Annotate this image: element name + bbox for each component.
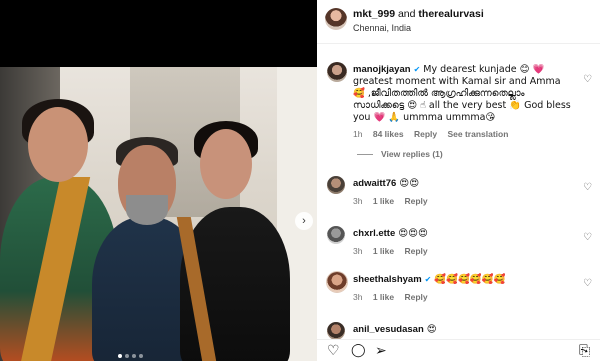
- post-location[interactable]: Chennai, India: [353, 23, 411, 33]
- commenter-avatar[interactable]: [327, 272, 347, 292]
- comment-username[interactable]: adwaitt76: [353, 178, 396, 189]
- comment-item: sheethalshyam ✔ 🥰🥰🥰🥰🥰🥰 3h 1 like Reply ♡: [317, 272, 600, 306]
- comment-username[interactable]: sheethalshyam: [353, 274, 422, 285]
- comment-item: manojkjayan ✔ My dearest kunjade 😊 💗 great…: [317, 62, 600, 162]
- comment-username[interactable]: chxrl.ette: [353, 228, 395, 239]
- comment-likes[interactable]: 1 like: [373, 196, 394, 206]
- comment-likes[interactable]: 84 likes: [373, 129, 404, 139]
- view-replies-button[interactable]: View replies (1): [357, 149, 443, 159]
- post-sidebar: mkt_999 and therealurvasi Chennai, India…: [317, 0, 600, 361]
- see-translation-button[interactable]: See translation: [447, 129, 508, 139]
- comment-item: anil_vesudasan 😍: [317, 322, 600, 340]
- comment-time: 1h: [353, 129, 363, 139]
- person-center-beard: [126, 195, 168, 225]
- person-left-face: [28, 107, 88, 182]
- carousel-dot[interactable]: [118, 354, 122, 358]
- view-replies-label: View replies (1): [381, 149, 443, 159]
- comment-body: sheethalshyam ✔ 🥰🥰🥰🥰🥰🥰: [353, 274, 575, 286]
- like-comment-icon[interactable]: ♡: [583, 232, 592, 243]
- reply-button[interactable]: Reply: [405, 292, 428, 302]
- like-comment-icon[interactable]: ♡: [583, 182, 592, 193]
- commenter-avatar[interactable]: [327, 62, 347, 82]
- comment-meta: 3h 1 like Reply: [353, 246, 436, 256]
- comment-item: adwaitt76 😍😍 3h 1 like Reply ♡: [317, 176, 600, 210]
- like-comment-icon[interactable]: ♡: [583, 278, 592, 289]
- save-icon[interactable]: ⎘: [579, 344, 590, 358]
- post-header: mkt_999 and therealurvasi Chennai, India: [317, 0, 600, 44]
- verified-icon: ✔: [424, 275, 432, 284]
- comment-text: 😍😍: [399, 178, 420, 189]
- comment-time: 3h: [353, 292, 363, 302]
- carousel-dot[interactable]: [132, 354, 136, 358]
- coauthor-username[interactable]: therealurvasi: [418, 8, 483, 20]
- like-comment-icon[interactable]: ♡: [583, 74, 592, 85]
- comment-body: manojkjayan ✔ My dearest kunjade 😊 💗 great…: [353, 64, 575, 124]
- comment-meta: 3h 1 like Reply: [353, 292, 436, 302]
- carousel-dot[interactable]: [139, 354, 143, 358]
- reply-button[interactable]: Reply: [405, 246, 428, 256]
- post-media[interactable]: ›: [0, 0, 317, 361]
- author-username[interactable]: mkt_999: [353, 8, 395, 20]
- reply-button[interactable]: Reply: [405, 196, 428, 206]
- verified-icon: ✔: [413, 65, 421, 74]
- comment-body: chxrl.ette 😍😍😍: [353, 228, 575, 240]
- comment-item: chxrl.ette 😍😍😍 3h 1 like Reply ♡: [317, 226, 600, 260]
- comment-text: 🥰🥰🥰🥰🥰🥰: [434, 274, 506, 285]
- comment-username[interactable]: anil_vesudasan: [353, 324, 424, 335]
- chevron-right-icon: ›: [302, 215, 306, 227]
- comment-text: 😍😍😍: [398, 228, 428, 239]
- comment-meta: 1h 84 likes Reply See translation: [353, 129, 516, 139]
- post-actions-bar: ♡ ◯ ➢ ⎘: [317, 339, 600, 361]
- commenter-avatar[interactable]: [327, 176, 345, 194]
- comment-username[interactable]: manojkjayan: [353, 64, 411, 75]
- comment-icon[interactable]: ◯: [351, 344, 366, 358]
- comment-body: adwaitt76 😍😍: [353, 178, 575, 190]
- comment-likes[interactable]: 1 like: [373, 292, 394, 302]
- reply-button[interactable]: Reply: [414, 129, 437, 139]
- comment-text: 😍: [426, 324, 437, 335]
- share-icon[interactable]: ➢: [375, 344, 387, 358]
- commenter-avatar[interactable]: [327, 226, 345, 244]
- commenter-avatar[interactable]: [327, 322, 345, 340]
- carousel-dots: [118, 354, 143, 358]
- comment-time: 3h: [353, 246, 363, 256]
- carousel-dot[interactable]: [125, 354, 129, 358]
- next-image-button[interactable]: ›: [295, 212, 313, 230]
- comment-meta: 3h 1 like Reply: [353, 196, 436, 206]
- comment-likes[interactable]: 1 like: [373, 246, 394, 256]
- author-avatar[interactable]: [325, 8, 347, 30]
- comment-body: anil_vesudasan 😍: [353, 324, 575, 336]
- comment-time: 3h: [353, 196, 363, 206]
- person-right-face: [200, 129, 252, 199]
- like-icon[interactable]: ♡: [327, 344, 340, 358]
- replies-divider: [357, 154, 373, 156]
- authors-and: and: [397, 8, 416, 20]
- post-photo: [0, 67, 317, 361]
- post-authors: mkt_999 and therealurvasi: [353, 8, 484, 20]
